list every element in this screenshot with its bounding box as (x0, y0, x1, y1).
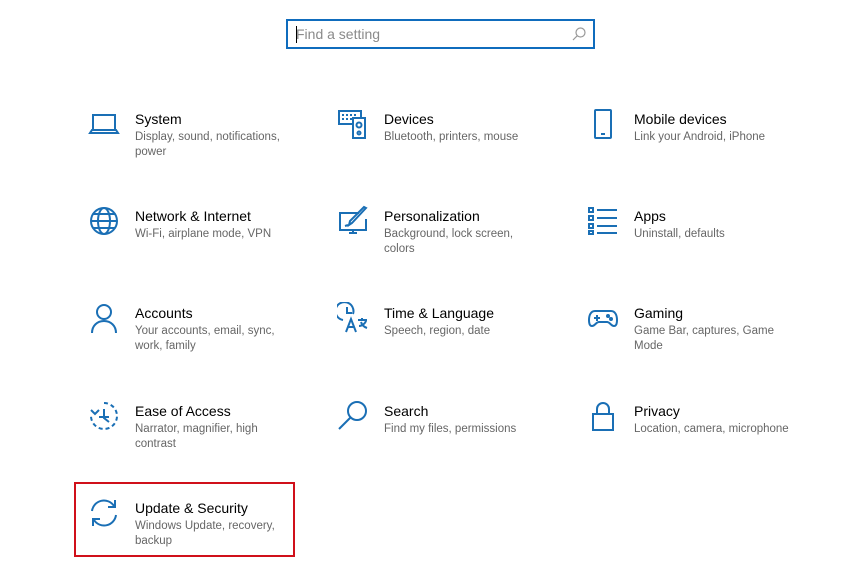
settings-item-desc: Find my files, permissions (384, 423, 517, 435)
settings-item-ease-of-access[interactable]: Ease of Access Narrator, magnifier, high… (88, 400, 328, 480)
settings-item-desc: Your accounts, email, sync, work, family (135, 325, 275, 352)
settings-item-title: Devices (384, 111, 434, 127)
text-caret (296, 26, 297, 43)
settings-item-desc: Background, lock screen, colors (384, 228, 514, 255)
settings-item-desc: Bluetooth, printers, mouse (384, 131, 519, 143)
settings-item-title: Mobile devices (634, 111, 727, 127)
paintbrush-monitor-icon (337, 205, 369, 237)
laptop-icon (88, 108, 120, 140)
settings-item-title: Gaming (634, 305, 684, 321)
settings-item-time-language[interactable]: Time & Language Speech, region, date (334, 301, 577, 382)
settings-item-desc: Display, sound, notifications, power (135, 131, 280, 158)
phone-icon (587, 108, 619, 140)
ease-of-access-icon (88, 400, 120, 432)
settings-item-system[interactable]: System Display, sound, notifications, po… (88, 108, 328, 188)
lock-icon (587, 400, 619, 432)
search-box[interactable] (286, 19, 595, 49)
settings-item-title: Ease of Access (135, 403, 231, 419)
settings-item-search[interactable]: Search Find my files, permissions (337, 400, 577, 480)
settings-item-privacy[interactable]: Privacy Location, camera, microphone (587, 400, 827, 480)
keyboard-speaker-icon (337, 108, 369, 140)
settings-item-title: Time & Language (384, 305, 494, 321)
settings-item-personalization[interactable]: Personalization Background, lock screen,… (337, 205, 577, 285)
globe-icon (88, 205, 120, 237)
person-icon (88, 302, 120, 334)
settings-item-desc: Game Bar, captures, Game Mode (634, 325, 774, 352)
settings-item-desc: Link your Android, iPhone (634, 131, 766, 143)
apps-list-icon (587, 205, 619, 237)
settings-item-gaming[interactable]: Gaming Game Bar, captures, Game Mode (587, 302, 827, 382)
magnifier-icon (337, 400, 369, 432)
settings-item-title: Privacy (634, 403, 680, 419)
settings-item-desc: Speech, region, date (384, 325, 491, 337)
settings-item-title: System (135, 111, 182, 127)
settings-item-network[interactable]: Network & Internet Wi-Fi, airplane mode,… (88, 205, 328, 285)
settings-item-title: Personalization (384, 208, 480, 224)
settings-item-desc: Location, camera, microphone (634, 423, 789, 435)
settings-item-title: Network & Internet (135, 208, 251, 224)
settings-item-title: Accounts (135, 305, 193, 321)
clock-language-icon (334, 301, 369, 334)
search-icon[interactable] (571, 26, 587, 42)
settings-item-mobile-devices[interactable]: Mobile devices Link your Android, iPhone (587, 108, 827, 188)
settings-item-desc: Wi-Fi, airplane mode, VPN (135, 228, 272, 240)
settings-item-accounts[interactable]: Accounts Your accounts, email, sync, wor… (88, 302, 328, 382)
settings-item-desc: Narrator, magnifier, high contrast (135, 423, 258, 450)
gamepad-icon (587, 302, 619, 334)
settings-item-apps[interactable]: Apps Uninstall, defaults (587, 205, 827, 285)
search-input[interactable] (296, 24, 566, 44)
highlight-box (74, 482, 295, 557)
settings-item-title: Apps (634, 208, 666, 224)
settings-item-title: Search (384, 403, 429, 419)
settings-item-desc: Uninstall, defaults (634, 228, 725, 240)
settings-item-devices[interactable]: Devices Bluetooth, printers, mouse (337, 108, 577, 188)
